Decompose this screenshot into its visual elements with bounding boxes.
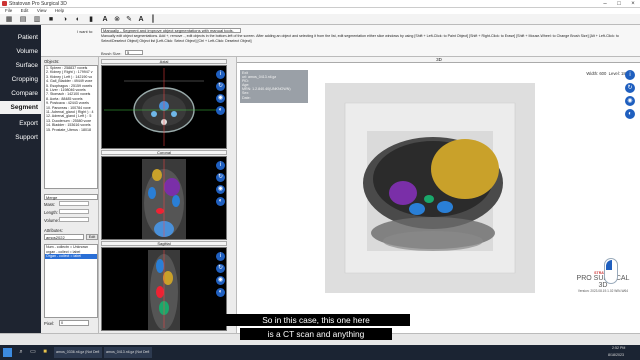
ruler-icon[interactable]: ┃ xyxy=(148,15,158,24)
explorer-icon[interactable]: ■ xyxy=(40,347,50,358)
measure-icon[interactable]: ⊗ xyxy=(112,15,122,24)
dicom-info-overlay: Exit url: amos_0413.nii.gz PID: Age: MRN… xyxy=(240,70,308,103)
square-icon[interactable]: ■ xyxy=(46,15,56,24)
attributes-label: Attributes: xyxy=(44,228,63,233)
list-item[interactable]: 4. Gall_Bladder : 49449 voxe xyxy=(45,79,97,83)
search-icon[interactable]: ⌕ xyxy=(16,347,26,358)
operation-select[interactable]: Merge xyxy=(44,194,98,200)
info-icon[interactable]: i xyxy=(625,70,635,80)
3d-view-header: 3D xyxy=(237,57,640,63)
nav-export[interactable]: Export xyxy=(0,117,41,130)
folder-icon[interactable]: ▭ xyxy=(28,347,38,358)
rotate-icon[interactable]: ↻ xyxy=(216,173,225,182)
mouse-hint-icon xyxy=(604,258,618,284)
info-icon[interactable]: i xyxy=(216,70,225,79)
toolbar: ▦ ▤ ▥ ■ ◑ ◐ ▮ A ⊗ ✎ A ┃ xyxy=(0,14,640,25)
brightness-icon[interactable]: ◐ xyxy=(216,197,225,206)
camera-icon[interactable]: ◉ xyxy=(216,185,225,194)
object-list[interactable]: 1. Spleen : 258837 voxels 2. Kidney ( Ri… xyxy=(44,65,98,189)
product-logo: STRATOVAN PRO SURGICAL 3D Version: 2023.… xyxy=(533,271,633,321)
task-description: Manually edit object segmentations. Add … xyxy=(101,34,619,43)
camera-icon[interactable]: ◉ xyxy=(216,276,225,285)
axial-view[interactable] xyxy=(101,65,227,149)
axial-header: Axial xyxy=(101,59,227,64)
info-line: Date: xyxy=(242,95,251,100)
caption-line-1: So in this case, this one here xyxy=(222,314,410,326)
app-icon xyxy=(2,1,7,6)
objects-label: Objects: xyxy=(44,59,60,64)
rotate-icon[interactable]: ↻ xyxy=(625,83,635,93)
brightness-icon[interactable]: ◐ xyxy=(216,106,225,115)
objects-panel: Objects: 1. Spleen : 258837 voxels 2. Ki… xyxy=(41,57,99,333)
sagittal-view[interactable] xyxy=(101,247,227,331)
window-width: Width: 600 xyxy=(586,71,607,76)
task-mode-select[interactable]: Manually - Segment and improve object se… xyxy=(101,28,241,33)
title-bar: Stratovan Pro Surgical 3D – □ × xyxy=(0,0,640,8)
mass-field xyxy=(59,201,89,206)
sidebar-nav: Patient Volume Surface Cropping Compare … xyxy=(0,25,41,333)
rotate-icon[interactable]: ↻ xyxy=(216,264,225,273)
attribute-row-selected[interactable]: Organ - collect = label xyxy=(45,254,97,259)
taskbar-item[interactable]: amos_0336.nii.gz (Not Defi xyxy=(54,347,102,358)
blend-icon[interactable]: ▮ xyxy=(86,15,96,24)
nav-segment[interactable]: Segment xyxy=(0,101,41,114)
sagittal-header: Sagittal xyxy=(101,241,227,246)
taskbar: ⌕ ▭ ■ amos_0336.nii.gz (Not Defi amos_04… xyxy=(0,345,640,360)
maximize-button[interactable]: □ xyxy=(612,0,626,8)
volume-render xyxy=(325,83,535,293)
camera-icon[interactable]: ◉ xyxy=(216,94,225,103)
slice-views: Axial i ↻ ◉ ◐ Coronal i ↻ ◉ ◐ Sagittal i… xyxy=(99,57,236,333)
nav-surface[interactable]: Surface xyxy=(0,59,41,72)
attribute-list[interactable]: Num - collectn = Unknown organ - collect… xyxy=(44,244,98,318)
minimize-button[interactable]: – xyxy=(598,0,612,8)
nav-volume[interactable]: Volume xyxy=(0,45,41,58)
volume-label: Volume: xyxy=(44,218,60,223)
start-icon[interactable] xyxy=(3,348,12,357)
pixel-label: Pixel: xyxy=(44,321,55,326)
layout-icon[interactable]: ▥ xyxy=(32,15,42,24)
pencil-icon[interactable]: ✎ xyxy=(124,15,134,24)
edit-attribute-button[interactable]: Edit xyxy=(86,234,98,240)
task-label: I want to: xyxy=(77,29,94,34)
brush-size-input[interactable]: 5 xyxy=(125,50,143,55)
list-item[interactable]: 15. Prostate_Uterus : 18018 xyxy=(45,128,97,132)
task-panel: I want to: Manually - Segment and improv… xyxy=(41,25,640,57)
camera-icon[interactable]: ◉ xyxy=(625,96,635,106)
logo-version: Version: 2023.08.19.1.02 WIN-W64 xyxy=(577,289,629,293)
nav-patient[interactable]: Patient xyxy=(0,31,41,44)
clock-date: 8/18/2023 xyxy=(608,353,624,357)
nav-support[interactable]: Support xyxy=(0,131,41,144)
contrast-icon[interactable]: ◑ xyxy=(60,15,70,24)
mass-label: Mass: xyxy=(44,202,56,207)
length-label: Length: xyxy=(44,210,58,215)
open-icon[interactable]: ▦ xyxy=(4,15,14,24)
coronal-header: Coronal xyxy=(101,150,227,155)
window-level-readout: Width: 600 Level: 180 xyxy=(586,71,628,76)
attribute-select[interactable]: amos2022 xyxy=(44,234,84,240)
logo-title: PRO SURGICAL 3D xyxy=(576,275,630,289)
window-title: Stratovan Pro Surgical 3D xyxy=(9,1,67,7)
nav-compare[interactable]: Compare xyxy=(0,87,41,100)
nav-cropping[interactable]: Cropping xyxy=(0,73,41,86)
taskbar-item[interactable]: amos_0413.nii.gz (Not Defi xyxy=(104,347,152,358)
close-button[interactable]: × xyxy=(626,0,640,8)
invert-icon[interactable]: ◐ xyxy=(73,15,83,24)
annotate-icon[interactable]: A xyxy=(100,15,110,24)
info-icon[interactable]: i xyxy=(216,161,225,170)
caption-line-2: is a CT scan and anything xyxy=(240,328,392,340)
pixel-value: 0 xyxy=(59,320,89,326)
brush-size-label: Brush Size: xyxy=(101,51,122,56)
grid-icon[interactable]: ▤ xyxy=(18,15,28,24)
brightness-icon[interactable]: ◐ xyxy=(625,109,635,119)
length-field xyxy=(59,209,89,214)
brightness-icon[interactable]: ◐ xyxy=(216,288,225,297)
text-tool-icon[interactable]: A xyxy=(136,15,146,24)
rotate-icon[interactable]: ↻ xyxy=(216,82,225,91)
coronal-view[interactable] xyxy=(101,156,227,240)
clock-time: 2:52 PM xyxy=(612,346,626,350)
info-icon[interactable]: i xyxy=(216,252,225,261)
volume-field xyxy=(59,217,89,222)
3d-view[interactable]: 3D Exit url: amos_0413.nii.gz PID: Age: … xyxy=(236,57,640,333)
